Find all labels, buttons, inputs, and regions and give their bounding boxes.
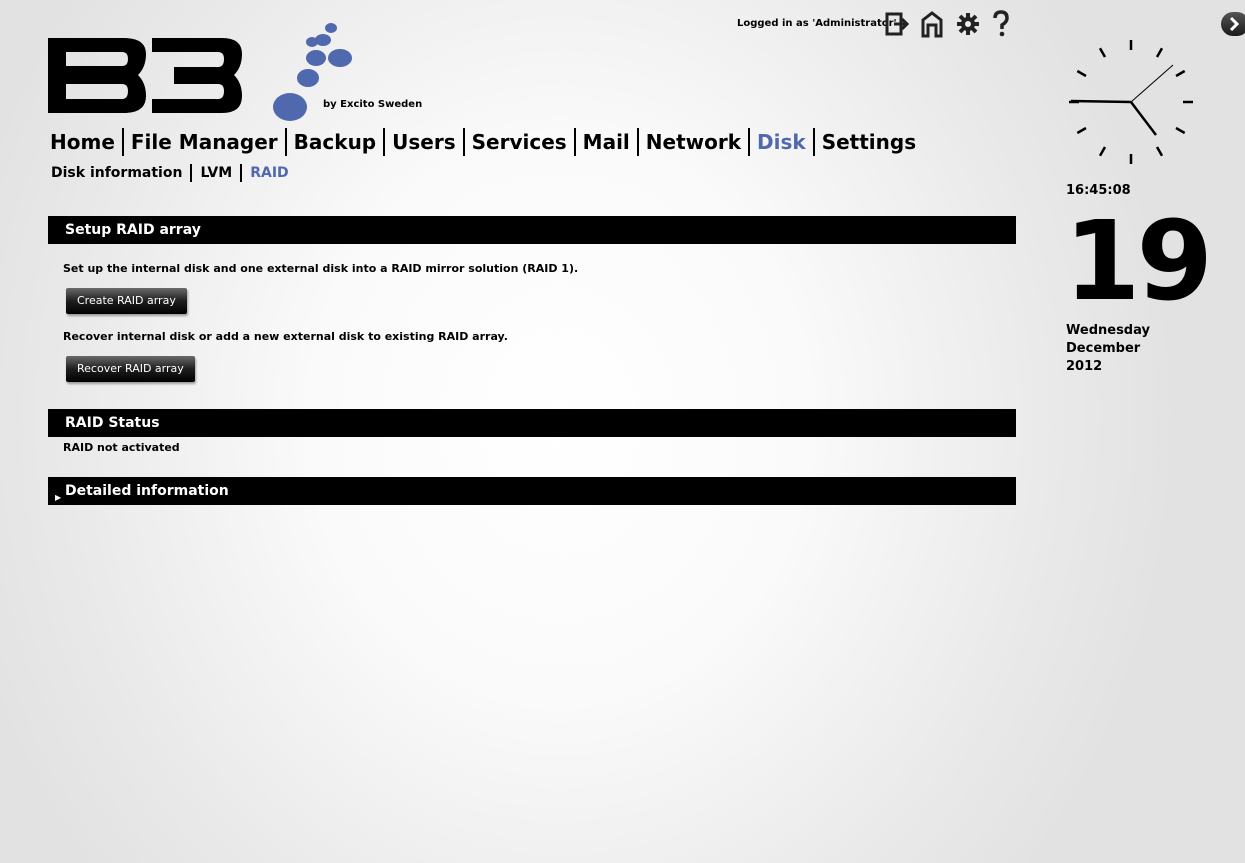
clock-tick: [1155, 47, 1164, 58]
create-raid-description: Set up the internal disk and one externa…: [63, 262, 579, 275]
analog-clock: [1069, 40, 1193, 164]
nav-mail[interactable]: Mail: [576, 127, 637, 157]
nav-network[interactable]: Network: [639, 127, 748, 157]
clock-tick: [1098, 47, 1107, 58]
brand-dot: [297, 69, 319, 87]
detailed-information-title: Detailed information: [65, 483, 229, 499]
weekday: Wednesday: [1066, 323, 1150, 338]
brand-dot: [325, 23, 337, 33]
brand-dot: [306, 50, 326, 66]
clock-tick: [1175, 126, 1186, 135]
clock-tick: [1076, 126, 1087, 135]
raid-status-text: RAID not activated: [63, 441, 180, 454]
help-icon[interactable]: [988, 10, 1014, 38]
clock-tick: [1155, 146, 1164, 157]
month: December: [1066, 341, 1141, 356]
brand-dot: [273, 93, 307, 121]
create-raid-button[interactable]: Create RAID array: [66, 288, 187, 314]
brand-tagline: by Excito Sweden: [323, 99, 423, 110]
nav-backup[interactable]: Backup: [287, 127, 383, 157]
subnav-raid[interactable]: RAID: [242, 162, 296, 184]
recover-raid-description: Recover internal disk or add a new exter…: [63, 330, 508, 343]
clock-second-hand: [1130, 64, 1174, 103]
detailed-information-toggle[interactable]: ▶ Detailed information: [48, 477, 1016, 505]
nav-file-manager[interactable]: File Manager: [124, 127, 285, 157]
main-navigation: Home File Manager Backup Users Services …: [48, 127, 923, 157]
setup-raid-title: Setup RAID array: [65, 222, 201, 238]
nav-users[interactable]: Users: [385, 127, 462, 157]
sidebar-collapse-button[interactable]: [1221, 12, 1245, 36]
settings-gear-icon[interactable]: [955, 10, 981, 38]
clock-minute-hand: [1070, 99, 1132, 104]
chevron-right-icon: [1229, 16, 1240, 32]
sub-navigation: Disk information LVM RAID: [48, 162, 297, 184]
nav-settings[interactable]: Settings: [815, 127, 923, 157]
clock-tick: [1098, 146, 1107, 157]
expand-triangle-icon: ▶: [55, 493, 62, 502]
recover-raid-button[interactable]: Recover RAID array: [66, 356, 195, 382]
nav-home[interactable]: Home: [48, 127, 122, 157]
raid-status-header: RAID Status: [48, 409, 1016, 437]
logout-icon[interactable]: [884, 10, 910, 38]
nav-disk[interactable]: Disk: [750, 127, 813, 157]
login-status: Logged in as 'Administrator': [737, 18, 897, 29]
subnav-lvm[interactable]: LVM: [192, 162, 240, 184]
nav-services[interactable]: Services: [465, 127, 574, 157]
clock-hour-hand: [1130, 101, 1157, 136]
b3-logo: [48, 38, 242, 113]
setup-raid-header: Setup RAID array: [48, 216, 1016, 244]
year: 2012: [1066, 359, 1103, 374]
clock-tick: [1076, 69, 1087, 78]
clock-tick: [1175, 69, 1186, 78]
brand-dot: [328, 49, 352, 67]
brand-dot: [306, 37, 318, 47]
raid-status-title: RAID Status: [65, 415, 160, 431]
day-of-month: 19: [1064, 197, 1213, 325]
subnav-disk-information[interactable]: Disk information: [48, 162, 190, 184]
home-icon[interactable]: [919, 10, 945, 38]
